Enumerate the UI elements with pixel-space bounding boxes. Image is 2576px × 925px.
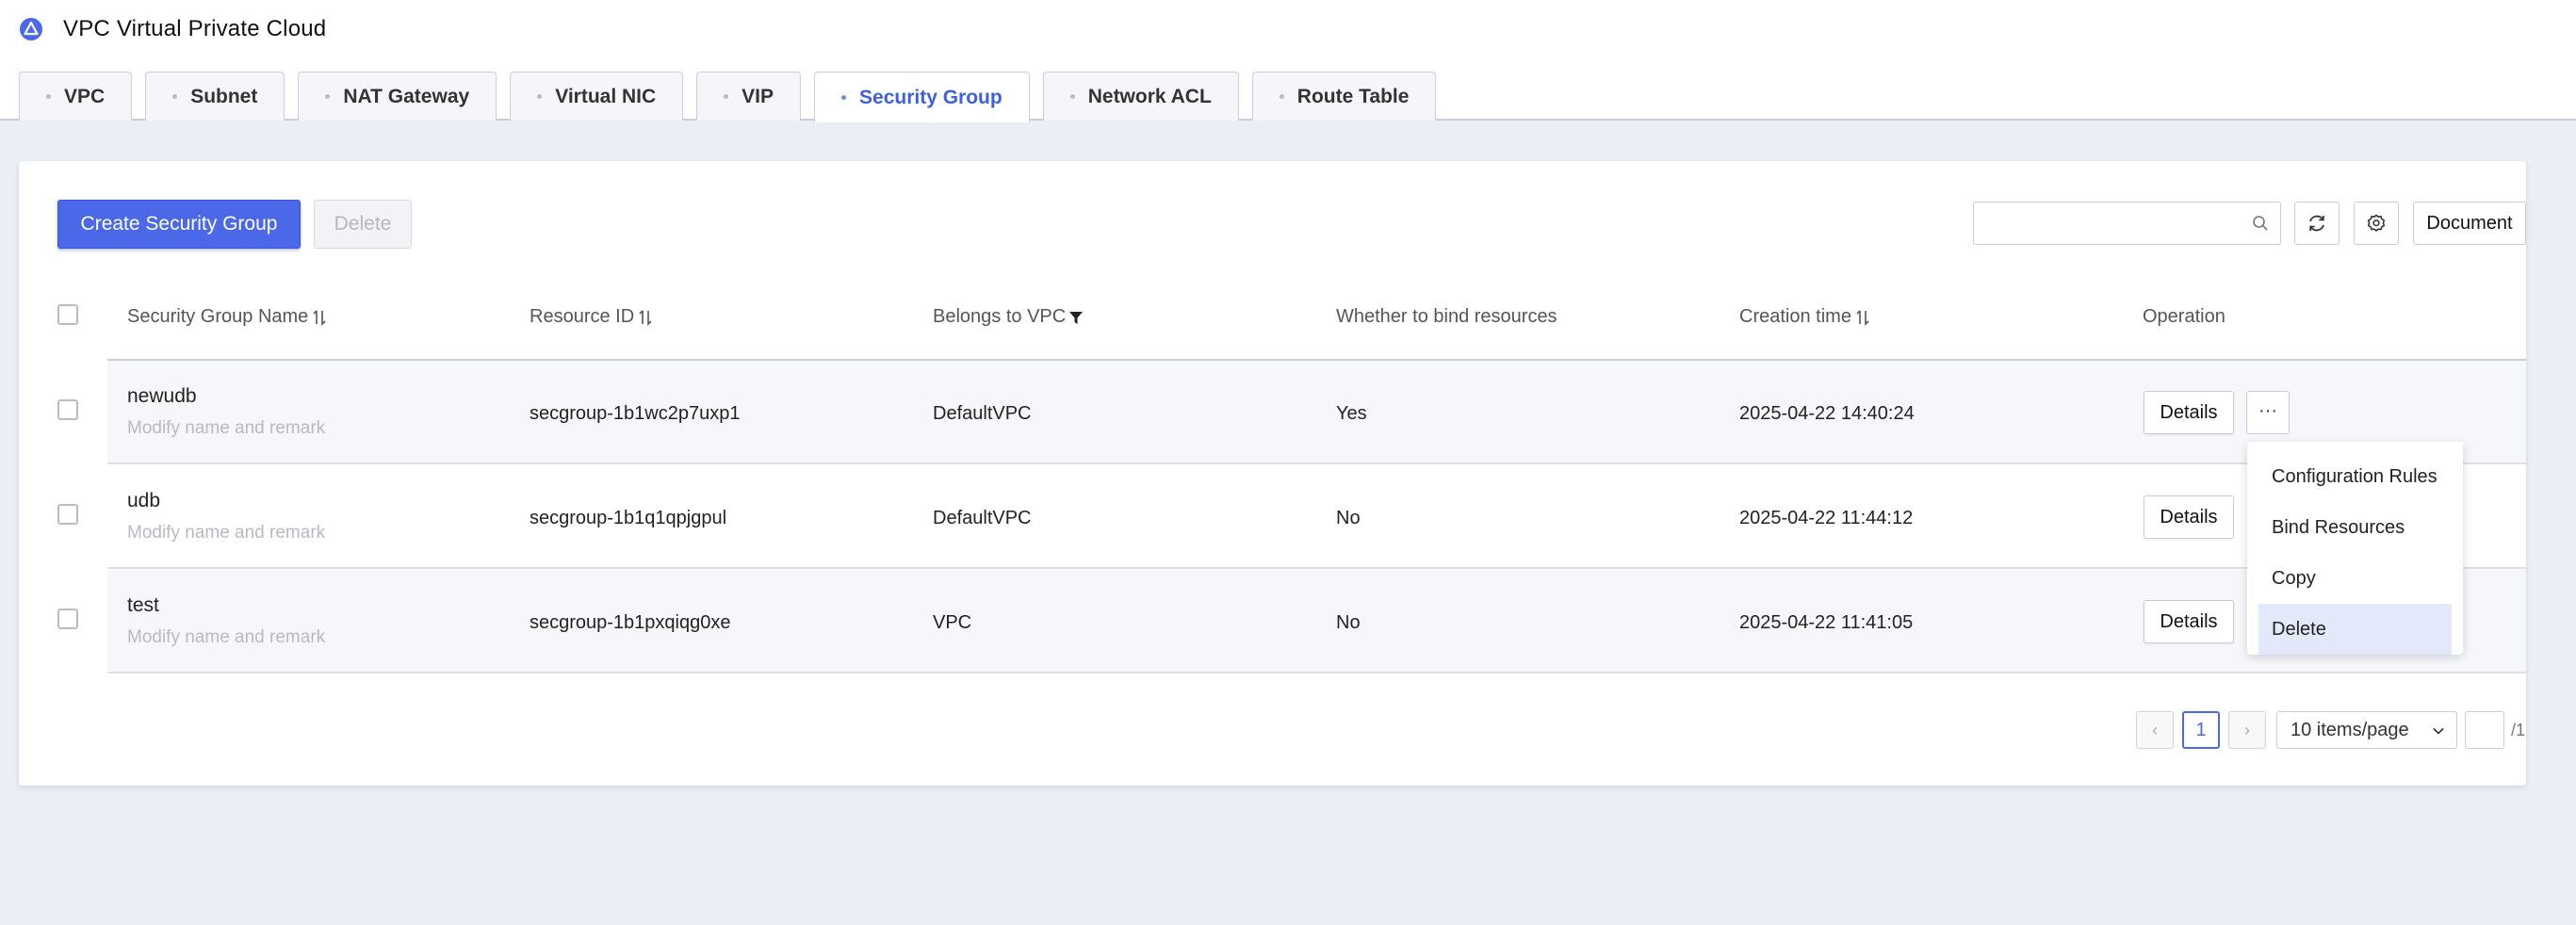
tab-label: Route Table <box>1296 85 1410 107</box>
security-group-name[interactable]: test <box>127 594 159 617</box>
tab-label: Subnet <box>190 85 258 107</box>
vpc-name: DefaultVPC <box>933 403 1032 424</box>
creation-time: 2025-04-22 11:44:12 <box>1739 508 1914 528</box>
tab-subnet[interactable]: Subnet <box>145 72 285 121</box>
search-icon[interactable] <box>2252 215 2269 232</box>
page-size-select[interactable]: 10 items/page <box>2276 711 2457 749</box>
total-pages: /1 <box>2511 721 2526 739</box>
details-button[interactable]: Details <box>2144 600 2234 643</box>
details-button[interactable]: Details <box>2144 391 2234 434</box>
table-row: udb Modify name and remark secgroup-1b1q… <box>107 465 2526 569</box>
tab-virtual-nic[interactable]: Virtual NIC <box>510 72 684 121</box>
tab-dot <box>325 94 331 99</box>
next-page-button[interactable]: › <box>2228 711 2266 749</box>
resource-id: secgroup-1b1pxqiqg0xe <box>530 612 731 633</box>
modify-name-link[interactable]: Modify name and remark <box>127 627 325 648</box>
tab-dot <box>537 94 543 99</box>
creation-time: 2025-04-22 14:40:24 <box>1739 403 1915 424</box>
column-header-resource-id[interactable]: Resource ID <box>530 306 653 328</box>
tab-route-table[interactable]: Route Table <box>1251 72 1437 121</box>
tab-vip[interactable]: VIP <box>696 72 802 121</box>
tab-security-group[interactable]: Security Group <box>814 72 1030 122</box>
content-card: Create Security Group Delete Document Se… <box>19 161 2526 786</box>
tab-dot <box>724 94 729 99</box>
details-button[interactable]: Details <box>2144 495 2234 539</box>
tab-label: VPC <box>64 85 106 107</box>
table-row: newudb Modify name and remark secgroup-1… <box>107 361 2526 464</box>
tab-label: VIP <box>742 85 774 107</box>
tab-dot <box>1069 94 1075 99</box>
column-header-label: Security Group Name <box>127 306 309 327</box>
row-checkbox[interactable] <box>57 504 78 525</box>
resource-id: secgroup-1b1wc2p7uxp1 <box>530 403 741 424</box>
search-box <box>1973 202 2281 245</box>
vpc-name: VPC <box>933 612 972 633</box>
column-header-bind: Whether to bind resources <box>1336 306 1557 328</box>
select-all-checkbox[interactable] <box>57 304 78 325</box>
sort-icon[interactable] <box>312 309 327 326</box>
column-header-creation-time[interactable]: Creation time <box>1739 306 1870 328</box>
column-header-label: Belongs to VPC <box>933 306 1067 327</box>
column-header-label: Operation <box>2143 306 2225 327</box>
delete-button: Delete <box>314 200 412 249</box>
refresh-icon <box>2309 215 2324 232</box>
document-button[interactable]: Document <box>2413 202 2526 245</box>
tab-bar: VPC Subnet NAT Gateway Virtual NIC VIP S… <box>19 72 1449 122</box>
tab-dot <box>1279 94 1284 99</box>
menu-item-bind-resources[interactable]: Bind Resources <box>2258 502 2452 553</box>
column-header-label: Whether to bind resources <box>1336 306 1557 327</box>
sort-icon[interactable] <box>638 309 653 326</box>
tab-dot <box>46 94 51 99</box>
tab-dot <box>172 94 178 99</box>
table-row: test Modify name and remark secgroup-1b1… <box>107 570 2526 673</box>
bind-status: Yes <box>1336 403 1367 424</box>
vpc-name: DefaultVPC <box>933 508 1032 528</box>
column-header-label: Creation time <box>1739 306 1851 327</box>
column-header-name[interactable]: Security Group Name <box>127 306 327 328</box>
menu-item-configuration-rules[interactable]: Configuration Rules <box>2258 451 2452 502</box>
tab-network-acl[interactable]: Network ACL <box>1042 72 1239 121</box>
creation-time: 2025-04-22 11:41:05 <box>1739 612 1914 633</box>
sort-icon[interactable] <box>1855 309 1870 326</box>
settings-button[interactable] <box>2354 202 2399 245</box>
create-security-group-button[interactable]: Create Security Group <box>57 200 301 249</box>
security-group-name[interactable]: newudb <box>127 385 197 408</box>
gear-icon <box>2367 214 2386 232</box>
tab-dot <box>841 95 847 100</box>
row-checkbox[interactable] <box>57 399 78 420</box>
tab-label: Security Group <box>859 86 1003 108</box>
prev-page-button[interactable]: ‹ <box>2136 711 2174 749</box>
page-jump-input[interactable] <box>2465 711 2504 749</box>
tab-label: NAT Gateway <box>343 85 470 107</box>
filter-icon[interactable] <box>1068 310 1084 325</box>
search-input[interactable] <box>1974 203 2238 244</box>
column-header-vpc[interactable]: Belongs to VPC <box>933 306 1084 328</box>
security-group-name[interactable]: udb <box>127 490 160 512</box>
column-header-label: Resource ID <box>530 306 635 327</box>
chevron-down-icon <box>2433 727 2444 735</box>
resource-id: secgroup-1b1q1qpjgpul <box>530 508 727 528</box>
more-actions-dropdown: Configuration Rules Bind Resources Copy … <box>2247 442 2463 655</box>
menu-item-copy[interactable]: Copy <box>2258 553 2452 604</box>
page-size-label: 10 items/page <box>2291 720 2409 740</box>
top-bar: VPC Virtual Private Cloud VPC Subnet NAT… <box>0 0 2576 122</box>
refresh-button[interactable] <box>2294 202 2340 245</box>
tab-vpc[interactable]: VPC <box>19 72 133 121</box>
row-checkbox[interactable] <box>57 609 78 629</box>
bind-status: No <box>1336 612 1361 633</box>
bind-status: No <box>1336 508 1361 528</box>
triangle-logo-icon <box>20 18 42 41</box>
app-title: VPC Virtual Private Cloud <box>63 16 327 41</box>
current-page[interactable]: 1 <box>2182 711 2220 749</box>
tab-label: Network ACL <box>1087 85 1212 107</box>
column-header-operation: Operation <box>2143 306 2225 328</box>
more-actions-button[interactable]: ··· <box>2246 391 2290 434</box>
modify-name-link[interactable]: Modify name and remark <box>127 523 325 544</box>
menu-item-delete[interactable]: Delete <box>2258 604 2452 655</box>
tab-nat-gateway[interactable]: NAT Gateway <box>298 72 497 121</box>
modify-name-link[interactable]: Modify name and remark <box>127 418 325 439</box>
tab-label: Virtual NIC <box>555 85 657 107</box>
